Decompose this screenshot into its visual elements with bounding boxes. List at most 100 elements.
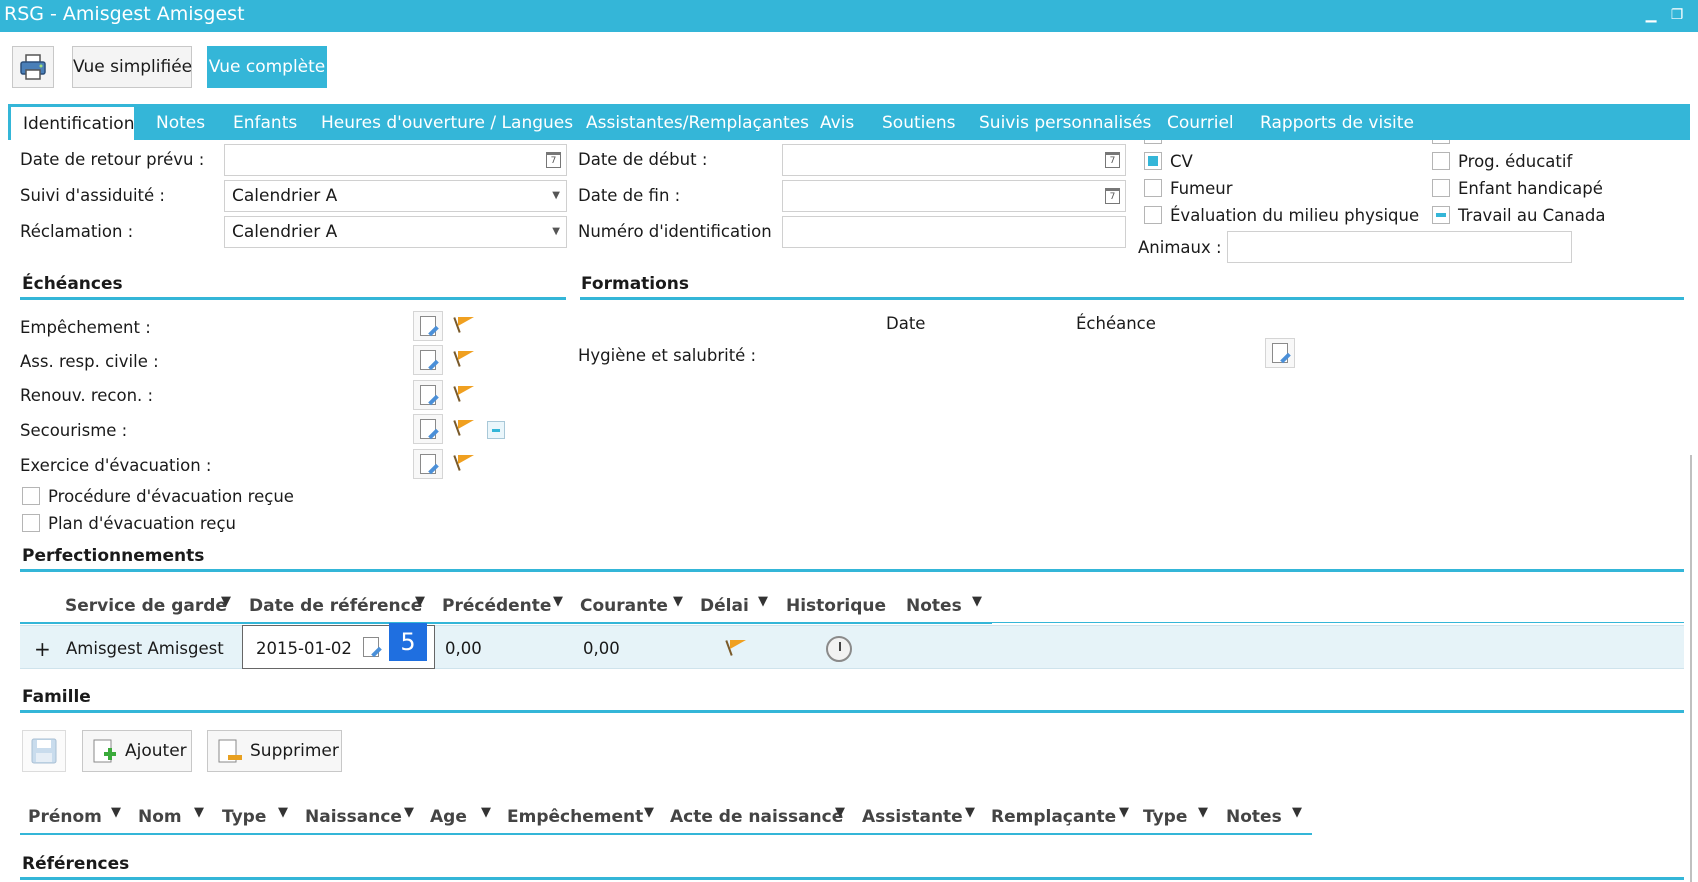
- checkbox-partial-top[interactable]: [1144, 140, 1162, 144]
- id-number-field[interactable]: [782, 216, 1126, 248]
- calendar-icon[interactable]: 7: [1105, 152, 1120, 168]
- flag-icon[interactable]: [454, 454, 474, 472]
- proc-received-checkbox[interactable]: [22, 487, 40, 505]
- edit-button[interactable]: [413, 311, 443, 341]
- filter-icon[interactable]: ▼: [1198, 805, 1208, 820]
- filter-icon[interactable]: ▼: [194, 805, 204, 820]
- tab-courriel[interactable]: Courriel: [1155, 106, 1246, 140]
- family-col-firstname[interactable]: Prénom: [28, 807, 102, 827]
- tab-assistantes[interactable]: Assistantes/Remplaçantes: [574, 106, 821, 140]
- cv-checkbox[interactable]: [1144, 152, 1162, 170]
- expand-icon[interactable]: +: [34, 637, 51, 661]
- handicapped-checkbox[interactable]: [1432, 179, 1450, 197]
- claim-select[interactable]: Calendrier A ▼: [224, 216, 567, 248]
- family-col-impediment[interactable]: Empêchement: [507, 807, 643, 827]
- end-date-field[interactable]: 7: [782, 180, 1126, 212]
- filter-icon[interactable]: ▼: [278, 805, 288, 820]
- attendance-select[interactable]: Calendrier A ▼: [224, 180, 567, 212]
- filter-icon[interactable]: ▼: [644, 805, 654, 820]
- edit-button[interactable]: [413, 414, 443, 444]
- smoker-checkbox[interactable]: [1144, 179, 1162, 197]
- filter-icon[interactable]: ▼: [481, 805, 491, 820]
- family-col-substitute[interactable]: Remplaçante: [991, 807, 1116, 827]
- delete-button[interactable]: Supprimer: [207, 730, 342, 772]
- tab-rapports[interactable]: Rapports de visite: [1248, 106, 1426, 140]
- date-edit-button[interactable]: [357, 633, 387, 663]
- perf-col-service[interactable]: Service de garde: [65, 596, 227, 616]
- calendar-icon[interactable]: 7: [1105, 188, 1120, 204]
- printer-icon: [20, 54, 46, 80]
- filter-icon[interactable]: ▼: [1119, 805, 1129, 820]
- maximize-icon[interactable]: ❐: [1668, 6, 1686, 24]
- perf-col-previous[interactable]: Précédente: [442, 596, 551, 616]
- smoker-label: Fumeur: [1170, 179, 1233, 198]
- edit-document-icon: [420, 419, 436, 439]
- perf-col-ref-date[interactable]: Date de référence: [249, 596, 422, 616]
- deadline-label: Exercice d'évacuation :: [20, 456, 212, 475]
- family-col-age[interactable]: Age: [430, 807, 467, 827]
- family-col-assistant[interactable]: Assistante: [862, 807, 963, 827]
- plan-received-checkbox[interactable]: [22, 514, 40, 532]
- filter-icon[interactable]: ▼: [972, 594, 982, 609]
- filter-icon[interactable]: ▼: [415, 594, 425, 609]
- calendar-icon[interactable]: 7: [546, 152, 561, 168]
- filter-icon[interactable]: ▼: [965, 805, 975, 820]
- perf-title: Perfectionnements: [22, 546, 205, 566]
- edit-button[interactable]: [413, 449, 443, 479]
- perf-col-notes[interactable]: Notes: [906, 596, 962, 616]
- family-col-notes[interactable]: Notes: [1226, 807, 1282, 827]
- flag-icon[interactable]: [454, 316, 474, 334]
- animals-label: Animaux :: [1138, 238, 1222, 257]
- filter-icon[interactable]: ▼: [758, 594, 768, 609]
- family-col-name[interactable]: Nom: [138, 807, 182, 827]
- return-date-field[interactable]: 7: [224, 144, 567, 176]
- filter-icon[interactable]: ▼: [1292, 805, 1302, 820]
- family-col-birth[interactable]: Naissance: [305, 807, 402, 827]
- env-eval-checkbox[interactable]: [1144, 206, 1162, 224]
- tab-enfants[interactable]: Enfants: [221, 106, 309, 140]
- perf-col-delay[interactable]: Délai: [700, 596, 749, 616]
- family-col-type2[interactable]: Type: [1143, 807, 1187, 827]
- filter-icon[interactable]: ▼: [553, 594, 563, 609]
- checkbox-partial-top[interactable]: [1432, 140, 1450, 144]
- filter-icon[interactable]: ▼: [111, 805, 121, 820]
- flag-icon[interactable]: [726, 639, 746, 657]
- add-button[interactable]: Ajouter: [82, 730, 192, 772]
- flag-icon[interactable]: [454, 350, 474, 368]
- tab-suivis[interactable]: Suivis personnalisés: [967, 106, 1163, 140]
- flag-icon[interactable]: [454, 385, 474, 403]
- tab-heures-langues[interactable]: Heures d'ouverture / Langues: [309, 106, 585, 140]
- attendance-value: Calendrier A: [232, 186, 338, 206]
- family-col-type[interactable]: Type: [222, 807, 266, 827]
- filter-icon[interactable]: ▼: [673, 594, 683, 609]
- work-canada-label: Travail au Canada: [1458, 206, 1606, 225]
- flag-icon[interactable]: [454, 419, 474, 437]
- edit-button[interactable]: [413, 345, 443, 375]
- perf-col-history[interactable]: Historique: [786, 596, 886, 616]
- scrollbar[interactable]: [1690, 455, 1692, 882]
- perf-service-cell: Amisgest Amisgest: [66, 639, 224, 658]
- tab-avis[interactable]: Avis: [808, 106, 866, 140]
- history-clock-icon[interactable]: [826, 636, 852, 662]
- family-col-birth-cert[interactable]: Acte de naissance: [670, 807, 843, 827]
- filter-icon[interactable]: ▼: [835, 805, 845, 820]
- edit-button[interactable]: [1265, 338, 1295, 368]
- collapse-icon[interactable]: [487, 421, 505, 439]
- tab-soutiens[interactable]: Soutiens: [870, 106, 967, 140]
- filter-icon[interactable]: ▼: [221, 594, 231, 609]
- tab-identification[interactable]: Identification: [10, 106, 135, 140]
- edit-button[interactable]: [413, 380, 443, 410]
- tab-notes[interactable]: Notes: [144, 106, 217, 140]
- start-date-field[interactable]: 7: [782, 144, 1126, 176]
- minimize-icon[interactable]: ▁: [1642, 6, 1660, 24]
- simple-view-button[interactable]: Vue simplifiée: [72, 46, 192, 88]
- save-button[interactable]: [22, 730, 66, 772]
- print-button[interactable]: [12, 46, 54, 88]
- perf-col-current[interactable]: Courante: [580, 596, 668, 616]
- filter-icon[interactable]: ▼: [404, 805, 414, 820]
- edu-prog-checkbox[interactable]: [1432, 152, 1450, 170]
- animals-field[interactable]: [1227, 231, 1572, 263]
- work-canada-checkbox[interactable]: [1432, 206, 1450, 224]
- full-view-button[interactable]: Vue complète: [207, 46, 327, 88]
- handicapped-label: Enfant handicapé: [1458, 179, 1603, 198]
